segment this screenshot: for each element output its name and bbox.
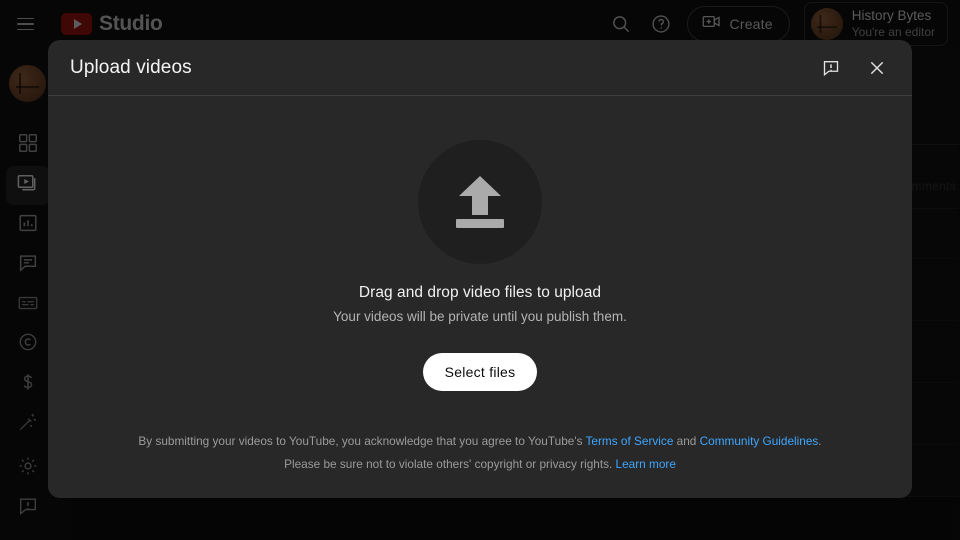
learn-more-link[interactable]: Learn more (616, 457, 676, 471)
close-x-icon[interactable] (860, 51, 894, 85)
dropzone-headline: Drag and drop video files to upload (358, 284, 602, 301)
dialog-title: Upload videos (70, 56, 192, 78)
dialog-body[interactable]: Drag and drop video files to upload Your… (48, 96, 912, 498)
legal-line-2: Please be sure not to violate others' co… (48, 453, 912, 476)
youtube-studio-window: Comments (0, 0, 960, 540)
upload-arrow-glyph (453, 173, 507, 231)
legal-line-1-suffix: . (818, 434, 822, 448)
dialog-header: Upload videos (48, 40, 912, 96)
community-guidelines-link[interactable]: Community Guidelines (700, 434, 819, 448)
select-files-button[interactable]: Select files (422, 353, 538, 391)
dialog-header-actions (814, 51, 894, 85)
terms-of-service-link[interactable]: Terms of Service (586, 434, 674, 448)
legal-line-1-prefix: By submitting your videos to YouTube, yo… (138, 434, 586, 448)
legal-text-block: By submitting your videos to YouTube, yo… (48, 430, 912, 476)
upload-arrow-icon (418, 140, 542, 264)
feedback-bubble-icon[interactable] (814, 51, 848, 85)
dropzone-subline: Your videos will be private until you pu… (333, 309, 627, 324)
upload-videos-dialog: Upload videos Drag and drop video files … (48, 40, 912, 498)
legal-line-2-prefix: Please be sure not to violate others' co… (284, 457, 616, 471)
legal-line-1: By submitting your videos to YouTube, yo… (48, 430, 912, 453)
legal-line-1-mid: and (673, 434, 700, 448)
